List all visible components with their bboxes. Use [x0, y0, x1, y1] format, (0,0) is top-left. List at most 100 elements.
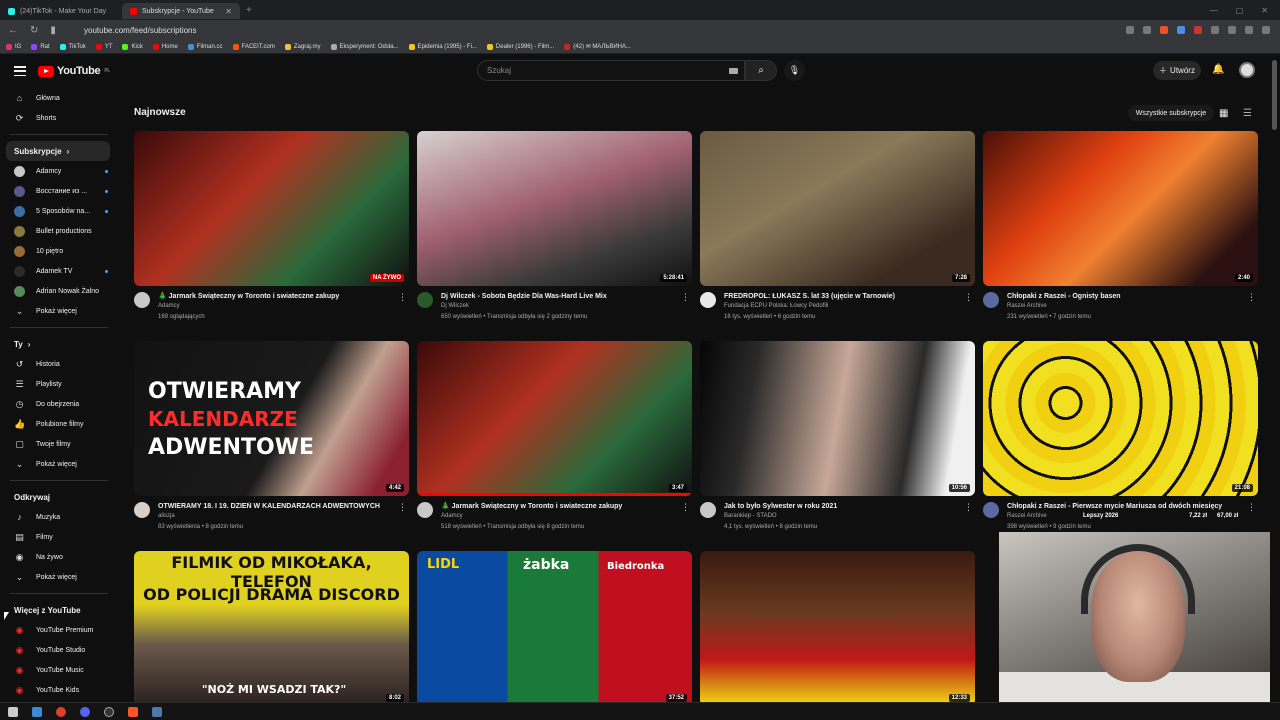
bookmark-item[interactable]: IG — [6, 43, 21, 50]
sidebar-item-subs-show-more[interactable]: ⌄ Pokaż więcej — [0, 301, 118, 321]
youtube-logo[interactable]: YouTube PL — [38, 65, 110, 77]
channel-avatar[interactable] — [983, 502, 999, 518]
video-title[interactable]: 🎄 Jarmark Świąteczny w Toronto i swiatec… — [158, 292, 398, 301]
video-card[interactable]: 3:47 🎄 Jarmark Świąteczny w Toronto i sw… — [417, 341, 692, 533]
grid-view-icon[interactable]: ▦ — [1219, 108, 1228, 119]
sidebar-item-live[interactable]: ◉ Na żywo — [0, 547, 118, 567]
video-card[interactable]: LIDL żabka Biedronka 37:52 — [417, 551, 692, 706]
bookmark-icon[interactable]: ▮ — [50, 25, 56, 36]
channel-avatar[interactable] — [134, 502, 150, 518]
extension-icon[interactable] — [1211, 26, 1219, 34]
windows-start-icon[interactable] — [8, 706, 18, 717]
steam-icon[interactable] — [152, 706, 162, 717]
bookmark-item[interactable]: (42) ✉ МАЛЬВИНА... — [564, 43, 631, 50]
channel-name[interactable]: Raszei Archive — [1007, 301, 1247, 312]
more-options-icon[interactable]: ⋮ — [1247, 292, 1256, 303]
cast-icon[interactable] — [1126, 26, 1134, 34]
page-scrollbar[interactable] — [1272, 60, 1277, 130]
sidebar-item-studio[interactable]: ◉ YouTube Studio — [0, 640, 118, 660]
video-card[interactable]: NA ŻYWO 🎄 Jarmark Świąteczny w Toronto i… — [134, 131, 409, 323]
video-title[interactable]: Jak to było Sylwester w roku 2021 — [724, 502, 964, 511]
more-options-icon[interactable]: ⋮ — [681, 292, 690, 303]
video-title[interactable]: Chłopaki z Raszei - Ognisty basen — [1007, 292, 1247, 301]
close-window-icon[interactable]: ✕ — [1261, 6, 1268, 15]
channel-name[interactable]: Adamcy — [158, 301, 398, 312]
sidebar-more-heading[interactable]: Więcej z YouTube — [0, 600, 118, 620]
channel-name[interactable]: Barankiep - STADO — [724, 511, 964, 522]
sidebar-item-channel[interactable]: 5 Sposobów na... — [0, 201, 118, 221]
sidebar-item-history[interactable]: ↺ Historia — [0, 354, 118, 374]
more-options-icon[interactable]: ⋮ — [964, 292, 973, 303]
bookmark-item[interactable]: Epidemia (1995) - Fi... — [408, 43, 477, 50]
file-explorer-icon[interactable] — [32, 706, 42, 717]
browser-tab-youtube[interactable]: Subskrypcje - YouTube ✕ — [122, 3, 240, 19]
obs-icon[interactable] — [104, 706, 114, 717]
sidebar-item-music-app[interactable]: ◉ YouTube Music — [0, 660, 118, 680]
sidebar-item-playlists[interactable]: ☰ Playlisty — [0, 374, 118, 394]
maximize-icon[interactable]: ▢ — [1236, 6, 1244, 15]
sidebar-item-channel[interactable]: Adamek TV — [0, 261, 118, 281]
sidebar-item-shorts[interactable]: ⟳ Shorts — [0, 108, 118, 128]
keyboard-icon[interactable] — [729, 68, 738, 74]
channel-avatar[interactable] — [417, 292, 433, 308]
video-card[interactable]: 12:33 — [700, 551, 975, 706]
video-thumbnail[interactable]: 10:56 — [700, 341, 975, 496]
video-thumbnail[interactable]: NA ŻYWO — [134, 131, 409, 286]
sidebar-you-heading[interactable]: Ty › — [0, 334, 118, 354]
sidebar-item-home[interactable]: ⌂ Główna — [0, 88, 118, 108]
puzzle-icon[interactable] — [1245, 26, 1253, 34]
more-options-icon[interactable]: ⋮ — [681, 502, 690, 513]
back-icon[interactable]: ← — [8, 25, 18, 36]
bookmark-item[interactable]: Home — [152, 43, 178, 50]
new-tab-icon[interactable]: + — [246, 5, 252, 16]
more-options-icon[interactable]: ⋮ — [1247, 502, 1256, 513]
sidebar-item-explore-more[interactable]: ⌄ Pokaż więcej — [0, 567, 118, 587]
sidebar-item-channel[interactable]: Bullet productions — [0, 221, 118, 241]
extension-icon[interactable] — [1177, 26, 1185, 34]
video-title[interactable]: Chłopaki z Raszei - Pierwsze mycie Mariu… — [1007, 502, 1247, 511]
video-title[interactable]: OTWIERAMY 18. I 19. DZIEŃ W KALENDARZACH… — [158, 502, 398, 511]
video-thumbnail[interactable]: LIDL żabka Biedronka 37:52 — [417, 551, 692, 706]
minimize-icon[interactable]: — — [1210, 6, 1218, 15]
video-card[interactable]: FILMIK OD MIKOŁAKA, TELEFON OD POLICJI D… — [134, 551, 409, 706]
bookmark-item[interactable]: Dealer (1996) - Film... — [486, 43, 554, 50]
account-avatar[interactable] — [1239, 62, 1255, 78]
bookmark-item[interactable]: TikTok — [59, 43, 86, 50]
video-thumbnail[interactable]: OTWIERAMY KALENDARZE ADWENTOWE 4:42 — [134, 341, 409, 496]
share-icon[interactable] — [1143, 26, 1151, 34]
search-button[interactable]: ⌕ — [745, 60, 777, 81]
video-card[interactable]: 5:28:41 Dj Wilczek - Sobota Będzie Dla W… — [417, 131, 692, 323]
sidebar-item-music[interactable]: ♪ Muzyka — [0, 507, 118, 527]
video-thumbnail[interactable]: FILMIK OD MIKOŁAKA, TELEFON OD POLICJI D… — [134, 551, 409, 706]
sidebar-item-channel[interactable]: Adamcy — [0, 161, 118, 181]
video-card[interactable]: 10:56 Jak to było Sylwester w roku 2021 … — [700, 341, 975, 533]
search-input[interactable]: Szukaj — [477, 60, 745, 81]
sidebar-item-channel[interactable]: 10 piętro — [0, 241, 118, 261]
notifications-bell-icon[interactable]: 🔔 — [1212, 64, 1224, 75]
video-thumbnail[interactable]: 5:28:41 — [417, 131, 692, 286]
video-thumbnail[interactable]: 21:08 — [983, 341, 1258, 496]
sidebar-item-channel[interactable]: Adrian Nowak Żalno — [0, 281, 118, 301]
discord-icon[interactable] — [80, 706, 90, 717]
extension-icon[interactable] — [1194, 26, 1202, 34]
more-options-icon[interactable]: ⋮ — [398, 292, 407, 303]
bookmark-item[interactable]: Eksperyment: Odsła... — [330, 43, 399, 50]
video-thumbnail[interactable]: 2:40 — [983, 131, 1258, 286]
url-field[interactable]: youtube.com/feed/subscriptions — [84, 26, 197, 35]
video-thumbnail[interactable]: 3:47 — [417, 341, 692, 496]
voice-search-button[interactable]: 🎙 — [784, 60, 805, 81]
channel-avatar[interactable] — [983, 292, 999, 308]
chrome-icon[interactable] — [56, 706, 66, 717]
channel-name[interactable]: Fundacja ECPU Polska: Łowcy Pedofili — [724, 301, 964, 312]
bookmark-item[interactable]: Kick — [122, 43, 143, 50]
sidebar-subscriptions-heading[interactable]: Subskrypcje › — [6, 141, 110, 161]
bookmark-item[interactable]: FACEIT.com — [232, 43, 275, 50]
sidebar-item-watch-later[interactable]: ◷ Do obejrzenia — [0, 394, 118, 414]
video-title[interactable]: 🎄 Jarmark Świąteczny w Toronto i swiatec… — [441, 502, 681, 511]
bookmark-item[interactable]: Zagraj.my — [284, 43, 321, 50]
download-icon[interactable] — [1228, 26, 1236, 34]
video-title[interactable]: Dj Wilczek - Sobota Będzie Dla Was-Hard … — [441, 292, 681, 301]
channel-name[interactable]: Raszei Archive — [1007, 511, 1247, 522]
video-card[interactable]: OTWIERAMY KALENDARZE ADWENTOWE 4:42 OTWIE… — [134, 341, 409, 533]
bookmark-item[interactable]: Filman.cc — [187, 43, 223, 50]
